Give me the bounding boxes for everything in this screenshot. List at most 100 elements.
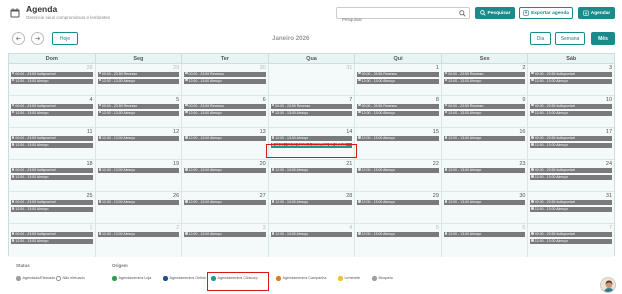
- calendar-day-cell[interactable]: 9 00:00 - 23:59 Recesso 12:00 - 13:00 Almo…: [442, 96, 529, 128]
- calendar-day-cell[interactable]: 18 00:00 - 23:59 Indisponível 12:00 - 13:0…: [9, 160, 96, 192]
- calendar-day-cell[interactable]: 7 00:00 - 23:59 Recesso 12:00 - 13:00 Almo…: [269, 96, 356, 128]
- calendar-event[interactable]: 12:00 - 13:00 Almoço: [357, 135, 439, 141]
- calendar-event[interactable]: 12:00 - 13:00 Almoço: [357, 78, 439, 84]
- calendar-event[interactable]: 12:00 - 13:00 Almoço: [11, 78, 93, 84]
- calendar-event[interactable]: 12:00 - 13:00 Almoço: [530, 78, 613, 84]
- next-month-button[interactable]: [31, 32, 44, 45]
- calendar-day-cell[interactable]: 4 12:00 - 13:00 Almoço: [269, 224, 356, 257]
- calendar-day-cell[interactable]: 28 12:00 - 13:00 Almoço: [269, 192, 356, 224]
- calendar-event[interactable]: 12:00 - 13:00 Almoço: [270, 167, 353, 173]
- view-month-button[interactable]: Mês: [591, 32, 615, 45]
- calendar-day-cell[interactable]: 12 12:00 - 13:00 Almoço: [96, 128, 183, 160]
- calendar-event[interactable]: 12:00 - 13:00 Almoço: [443, 231, 526, 237]
- calendar-day-cell[interactable]: 2 00:00 - 23:59 Recesso 12:00 - 13:00 Almo…: [442, 64, 529, 96]
- calendar-event[interactable]: 12:00 - 13:00 Almoço: [357, 231, 439, 237]
- calendar-day-cell[interactable]: 3 12:00 - 13:00 Almoço: [182, 224, 269, 257]
- calendar-day-cell[interactable]: 16 12:00 - 13:00 Almoço: [442, 128, 529, 160]
- calendar-day-cell[interactable]: 3 00:00 - 23:59 Indisponível 12:00 - 13:00…: [528, 64, 614, 95]
- calendar-day-cell[interactable]: 20 12:00 - 13:00 Almoço: [182, 160, 269, 192]
- calendar-day-cell[interactable]: 5 00:00 - 23:59 Recesso 12:00 - 13:00 Almo…: [96, 96, 183, 128]
- calendar-event[interactable]: 00:00 - 23:59 Indisponível: [530, 167, 613, 173]
- calendar-event[interactable]: 12:00 - 13:00 Almoço: [184, 110, 266, 116]
- calendar-event[interactable]: 00:00 - 23:59 Recesso: [270, 103, 353, 109]
- calendar-event[interactable]: 00:00 - 23:59 Indisponível: [530, 135, 613, 141]
- view-day-button[interactable]: Dia: [530, 32, 551, 45]
- calendar-day-cell[interactable]: 25 00:00 - 23:59 Indisponível 12:00 - 13:0…: [9, 192, 96, 224]
- legend-origin-item[interactable]: Bloqueio: [372, 276, 393, 281]
- calendar-event[interactable]: 12:00 - 13:00 Almoço: [184, 231, 266, 237]
- calendar-event[interactable]: 00:00 - 23:59 Recesso: [97, 71, 180, 77]
- calendar-event[interactable]: 12:00 - 13:00 Almoço: [270, 135, 353, 141]
- calendar-event[interactable]: 12:00 - 13:00 Almoço: [184, 78, 266, 84]
- legend-origin-item[interactable]: Agendamentos Loja: [112, 276, 151, 281]
- calendar-day-cell[interactable]: 22 12:00 - 13:00 Almoço: [355, 160, 442, 192]
- calendar-day-cell[interactable]: 19 12:00 - 13:00 Almoço: [96, 160, 183, 192]
- export-agenda-button[interactable]: Exportar agenda: [519, 7, 573, 19]
- calendar-day-cell[interactable]: 29 00:00 - 23:59 Recesso 12:00 - 13:00 Alm…: [96, 64, 183, 96]
- calendar-day-cell[interactable]: 13 12:00 - 13:00 Almoço: [182, 128, 269, 160]
- calendar-event[interactable]: 12:00 - 13:00 Almoço: [530, 110, 613, 116]
- calendar-event[interactable]: 12:00 - 13:00 Almoço: [357, 110, 439, 116]
- calendar-day-cell[interactable]: 23 12:00 - 13:00 Almoço: [442, 160, 529, 192]
- calendar-event[interactable]: 12:00 - 13:00 Almoço: [530, 174, 613, 180]
- calendar-event[interactable]: 00:00 - 23:59 Indisponível: [11, 231, 93, 237]
- calendar-day-cell[interactable]: 17 00:00 - 23:59 Indisponível 12:00 - 13:0…: [528, 128, 614, 159]
- calendar-event[interactable]: 12:00 - 13:00 Almoço: [184, 135, 266, 141]
- search-button[interactable]: Pesquisar: [475, 7, 515, 19]
- calendar-event[interactable]: 00:00 - 23:59 Indisponível: [11, 71, 93, 77]
- calendar-day-cell[interactable]: 30 00:00 - 23:59 Recesso 12:00 - 13:00 Alm…: [182, 64, 269, 96]
- calendar-event[interactable]: 12:00 - 13:00 Almoço: [11, 238, 93, 244]
- calendar-event[interactable]: 00:00 - 23:59 Indisponível: [11, 167, 93, 173]
- calendar-day-cell[interactable]: 24 00:00 - 23:59 Indisponível 12:00 - 13:0…: [528, 160, 614, 191]
- calendar-day-cell[interactable]: 8 00:00 - 23:59 Recesso 12:00 - 13:00 Almo…: [355, 96, 442, 128]
- calendar-event[interactable]: 12:00 - 13:00 Almoço: [530, 142, 613, 148]
- calendar-event[interactable]: 00:00 - 23:59 Indisponível: [11, 103, 93, 109]
- calendar-day-cell[interactable]: 28 00:00 - 23:59 Indisponível 12:00 - 13:0…: [9, 64, 96, 96]
- calendar-day-cell[interactable]: 4 00:00 - 23:59 Indisponível 12:00 - 13:00…: [9, 96, 96, 128]
- calendar-event[interactable]: 12:00 - 13:00 Almoço: [184, 199, 266, 205]
- calendar-day-cell[interactable]: 2 12:00 - 13:00 Almoço: [96, 224, 183, 257]
- calendar-day-cell[interactable]: 7 00:00 - 23:59 Indisponível 12:00 - 13:00…: [528, 224, 614, 256]
- calendar-day-cell[interactable]: 31 00:00 - 23:59 Indisponível 12:00 - 13:0…: [528, 192, 614, 223]
- calendar-event[interactable]: 12:00 - 13:00 Almoço: [270, 110, 353, 116]
- prev-month-button[interactable]: [12, 32, 25, 45]
- calendar-event[interactable]: 00:00 - 23:59 Indisponível: [530, 103, 613, 109]
- calendar-event[interactable]: 12:00 - 13:00 Almoço: [11, 110, 93, 116]
- calendar-event[interactable]: 12:00 - 13:00 Almoço: [97, 78, 180, 84]
- calendar-event[interactable]: 00:00 - 23:59 Indisponível: [11, 199, 93, 205]
- calendar-event[interactable]: 00:00 - 23:59 Recesso: [97, 103, 180, 109]
- calendar-day-cell[interactable]: 27 12:00 - 13:00 Almoço: [182, 192, 269, 224]
- calendar-event[interactable]: 00:00 - 23:59 Recesso: [184, 103, 266, 109]
- user-avatar[interactable]: [600, 277, 616, 293]
- calendar-event[interactable]: 12:00 - 13:00 Almoço: [97, 167, 180, 173]
- calendar-event[interactable]: 12:00 - 13:00 Almoço: [11, 174, 93, 180]
- calendar-event[interactable]: 00:00 - 23:59 Recesso: [357, 71, 439, 77]
- calendar-event[interactable]: 12:00 - 13:00 Almoço: [97, 110, 180, 116]
- calendar-event[interactable]: 00:00 - 23:59 Recesso: [184, 71, 266, 77]
- calendar-day-cell[interactable]: 5 12:00 - 13:00 Almoço: [355, 224, 442, 257]
- legend-origin-item[interactable]: Agendamentos Campanha: [276, 276, 326, 281]
- calendar-event[interactable]: 00:00 - 23:59 Indisponível: [530, 71, 613, 77]
- calendar-event[interactable]: 12:00 - 13:00 Almoço: [443, 78, 526, 84]
- calendar-event[interactable]: 12:00 - 13:00 Almoço: [530, 206, 613, 212]
- search-icon[interactable]: [459, 10, 466, 17]
- calendar-event[interactable]: 12:00 - 13:00 Almoço: [11, 206, 93, 212]
- calendar-day-cell[interactable]: 21 12:00 - 13:00 Almoço: [269, 160, 356, 192]
- calendar-event[interactable]: 12:00 - 13:00 Almoço: [443, 135, 526, 141]
- today-button[interactable]: Hoje: [52, 32, 78, 45]
- calendar-event[interactable]: 12:00 - 13:00 Almoço: [97, 199, 180, 205]
- calendar-event[interactable]: 12:00 - 13:00 Almoço: [270, 231, 353, 237]
- calendar-event[interactable]: 12:00 - 13:00 Almoço: [357, 167, 439, 173]
- calendar-event[interactable]: 00:00 - 23:59 Recesso: [443, 71, 526, 77]
- calendar-event[interactable]: 00:00 - 23:59 Recesso: [357, 103, 439, 109]
- calendar-event[interactable]: 12:00 - 13:00 Almoço: [270, 199, 353, 205]
- add-appointment-button[interactable]: Agendar: [578, 7, 615, 19]
- calendar-day-cell[interactable]: 29 12:00 - 13:00 Almoço: [355, 192, 442, 224]
- calendar-event[interactable]: 12:00 - 13:00 Almoço: [443, 110, 526, 116]
- calendar-day-cell[interactable]: 26 12:00 - 13:00 Almoço: [96, 192, 183, 224]
- calendar-day-cell[interactable]: 11 00:00 - 23:59 Indisponível 12:00 - 13:0…: [9, 128, 96, 160]
- calendar-day-cell[interactable]: 10 00:00 - 23:59 Indisponível 12:00 - 13:0…: [528, 96, 614, 127]
- calendar-event[interactable]: 12:00 - 13:00 Almoço: [97, 135, 180, 141]
- calendar-event[interactable]: 00:00 - 23:59 Recesso: [443, 103, 526, 109]
- calendar-event[interactable]: 00:00 - 23:59 Indisponível: [530, 199, 613, 205]
